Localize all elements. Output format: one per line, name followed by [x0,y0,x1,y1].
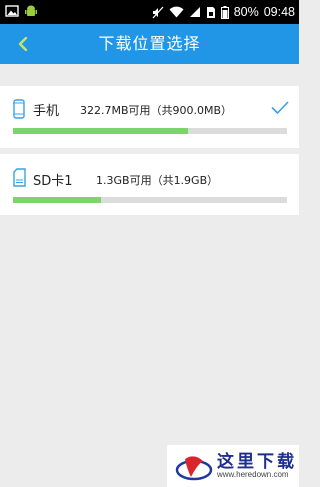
signal-icon [189,7,200,17]
storage-usage-bar [13,128,287,134]
sd-card-icon [13,168,26,187]
clock: 09:48 [263,5,295,19]
status-bar: 80% 09:48 [0,0,299,24]
watermark-logo-icon [175,456,213,481]
wifi-icon [169,6,184,18]
android-notification-icon [25,5,37,16]
mute-icon [152,6,164,18]
storage-info: 322.7MB可用（共900.0MB） [80,104,233,117]
storage-usage-bar [13,197,287,203]
watermark: 这里下载 www.heredown.com [167,445,299,487]
gallery-notification-icon [5,5,19,17]
watermark-url: www.heredown.com [217,470,289,479]
storage-usage-fill [13,128,189,134]
page-title: 下载位置选择 [98,34,201,53]
storage-usage-fill [13,197,101,203]
check-icon [271,101,289,114]
phone-icon [13,99,25,119]
sim-icon [206,6,215,18]
battery-icon [220,5,229,19]
storage-name: 手机 [33,104,60,119]
app-bar: 下载位置选择 [0,24,299,64]
storage-info: 1.3GB可用（共1.9GB） [96,174,219,187]
storage-option-sd-card[interactable]: SD卡1 1.3GB可用（共1.9GB） [0,154,299,215]
storage-name: SD卡1 [33,174,73,189]
battery-percent: 80% [233,5,259,19]
storage-option-phone[interactable]: 手机 322.7MB可用（共900.0MB） [0,86,299,148]
watermark-text: 这里下载 [217,452,297,472]
